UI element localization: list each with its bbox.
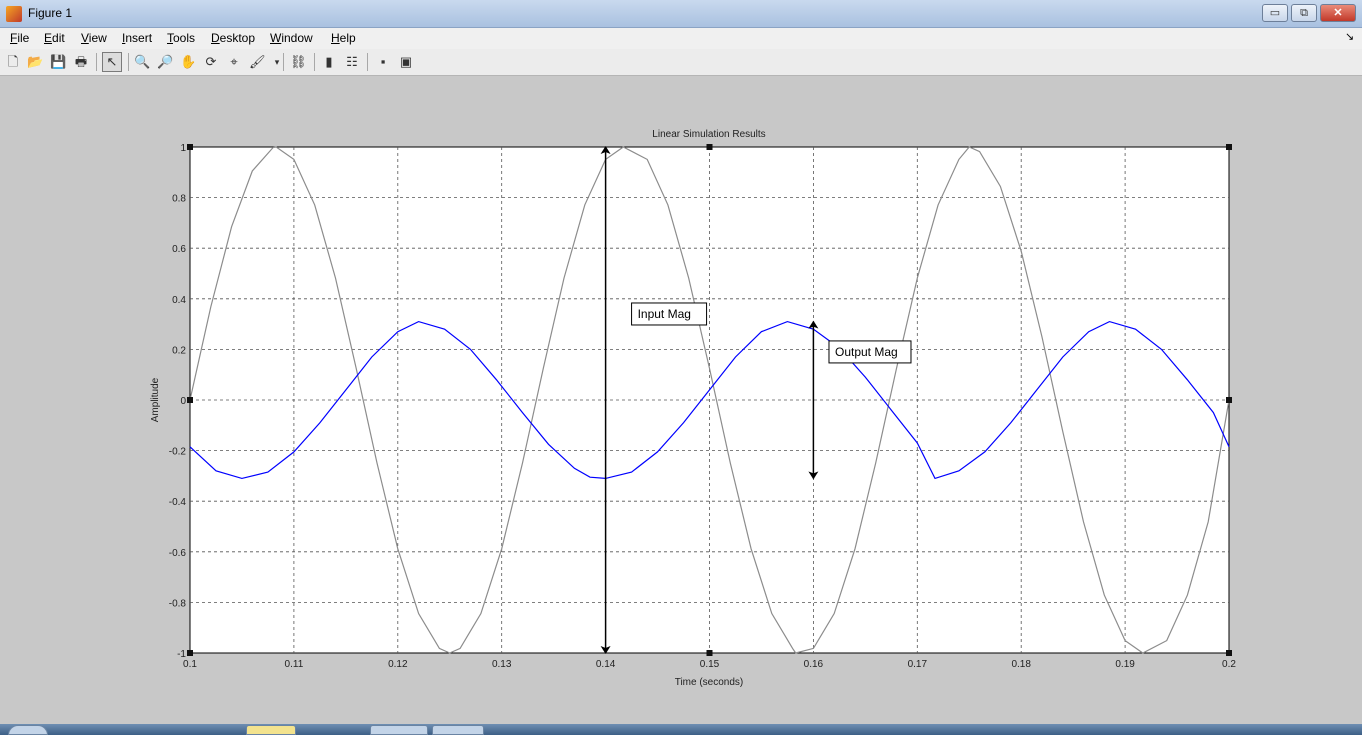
toolbar-separator <box>128 53 129 71</box>
y-tick-label: 0.2 <box>172 345 186 356</box>
close-button[interactable]: ✕ <box>1320 4 1356 22</box>
menu-help[interactable]: Help <box>331 31 356 45</box>
y-tick-label: -0.2 <box>169 447 187 458</box>
menu-file[interactable]: File <box>10 31 29 45</box>
input-mag-label: Input Mag <box>638 307 691 321</box>
x-tick-label: 0.19 <box>1115 659 1135 670</box>
x-tick-label: 0.14 <box>596 659 616 670</box>
os-taskbar <box>0 724 1362 735</box>
close-icon: ✕ <box>1333 7 1343 19</box>
figure-toolbar: 🗋 📂 💾 🖶 ↖ 🔍 🔎 ✋ ⟳ ⌖ 🖌 ▾ ⛓ ▮ ☷ ▪ ▣ <box>0 49 1362 76</box>
window-title: Figure 1 <box>28 6 73 20</box>
y-tick-label: 0.6 <box>172 244 186 255</box>
hide-plot-tools-button[interactable]: ▪ <box>375 54 391 70</box>
new-figure-button[interactable]: 🗋 <box>5 54 21 70</box>
toolbar-separator <box>96 53 97 71</box>
y-tick-label: -0.8 <box>169 598 187 609</box>
y-tick-label: 1 <box>180 143 186 154</box>
y-tick-label: 0 <box>180 396 186 407</box>
selection-handle[interactable] <box>706 650 713 656</box>
x-tick-label: 0.16 <box>804 659 824 670</box>
menu-view[interactable]: View <box>81 31 107 45</box>
menu-desktop[interactable]: Desktop <box>211 31 255 45</box>
taskbar-button[interactable] <box>370 725 428 735</box>
selection-handle[interactable] <box>1226 650 1232 656</box>
start-button[interactable] <box>8 725 48 735</box>
x-tick-label: 0.15 <box>700 659 720 670</box>
matlab-icon <box>6 6 22 22</box>
edit-plot-button[interactable]: ↖ <box>102 52 122 72</box>
toolbar-separator <box>367 53 368 71</box>
zoom-in-button[interactable]: 🔍 <box>134 54 150 70</box>
rotate-3d-button[interactable]: ⟳ <box>203 54 219 70</box>
y-tick-label: -1 <box>177 649 186 660</box>
open-file-button[interactable]: 📂 <box>27 54 43 70</box>
x-tick-label: 0.2 <box>1222 659 1236 670</box>
x-tick-label: 0.11 <box>285 659 304 670</box>
show-plot-tools-button[interactable]: ▣ <box>398 54 414 70</box>
menu-tools[interactable]: Tools <box>167 31 195 45</box>
legend-button[interactable]: ☷ <box>344 54 360 70</box>
selection-handle[interactable] <box>706 144 713 150</box>
dock-arrow-icon[interactable]: ↘ <box>1345 30 1354 43</box>
minimize-button[interactable]: ▭ <box>1262 4 1288 22</box>
menu-edit[interactable]: Edit <box>44 31 65 45</box>
y-axis-label: Amplitude <box>150 377 161 422</box>
x-axis-label: Time (seconds) <box>675 677 744 688</box>
figure-canvas[interactable]: 0.1 0.11 0.12 0.13 0.14 0.15 0.16 0.17 0.18 0.19 0… <box>0 76 1362 724</box>
taskbar-button[interactable] <box>432 725 484 735</box>
zoom-out-button[interactable]: 🔎 <box>157 54 173 70</box>
y-tick-label: -0.4 <box>169 497 187 508</box>
data-cursor-button[interactable]: ⌖ <box>226 54 242 70</box>
selection-handle[interactable] <box>187 144 193 150</box>
taskbar-button[interactable] <box>246 725 296 735</box>
x-tick-label: 0.17 <box>908 659 928 670</box>
minimize-icon: ▭ <box>1269 7 1281 19</box>
x-tick-label: 0.12 <box>388 659 408 670</box>
x-tick-label: 0.18 <box>1011 659 1031 670</box>
toolbar-separator <box>314 53 315 71</box>
output-mag-label: Output Mag <box>835 345 898 359</box>
y-tick-label: -0.6 <box>169 548 187 559</box>
selection-handle[interactable] <box>1226 397 1232 403</box>
toolbar-separator <box>283 53 284 71</box>
menu-window[interactable]: Window <box>270 31 313 45</box>
link-plot-button[interactable]: ⛓ <box>290 54 307 70</box>
brush-button[interactable]: 🖌 <box>249 54 266 70</box>
selection-handle[interactable] <box>187 650 193 656</box>
colorbar-button[interactable]: ▮ <box>321 54 337 70</box>
menu-bar: File Edit View Insert Tools Desktop Wind… <box>0 28 1362 49</box>
y-tick-label: 0.8 <box>172 194 186 205</box>
title-bar: Figure 1 ▭ ⧉ ✕ <box>0 0 1362 28</box>
y-tick-label: 0.4 <box>172 295 186 306</box>
x-tick-label: 0.1 <box>183 659 197 670</box>
restore-icon: ⧉ <box>1300 7 1308 19</box>
print-button[interactable]: 🖶 <box>73 54 89 70</box>
menu-insert[interactable]: Insert <box>122 31 152 45</box>
chart-title: Linear Simulation Results <box>652 129 765 140</box>
x-tick-label: 0.13 <box>492 659 512 670</box>
selection-handle[interactable] <box>1226 144 1232 150</box>
selection-handle[interactable] <box>187 397 193 403</box>
restore-button[interactable]: ⧉ <box>1291 4 1317 22</box>
pan-button[interactable]: ✋ <box>180 54 196 70</box>
save-button[interactable]: 💾 <box>50 54 66 70</box>
